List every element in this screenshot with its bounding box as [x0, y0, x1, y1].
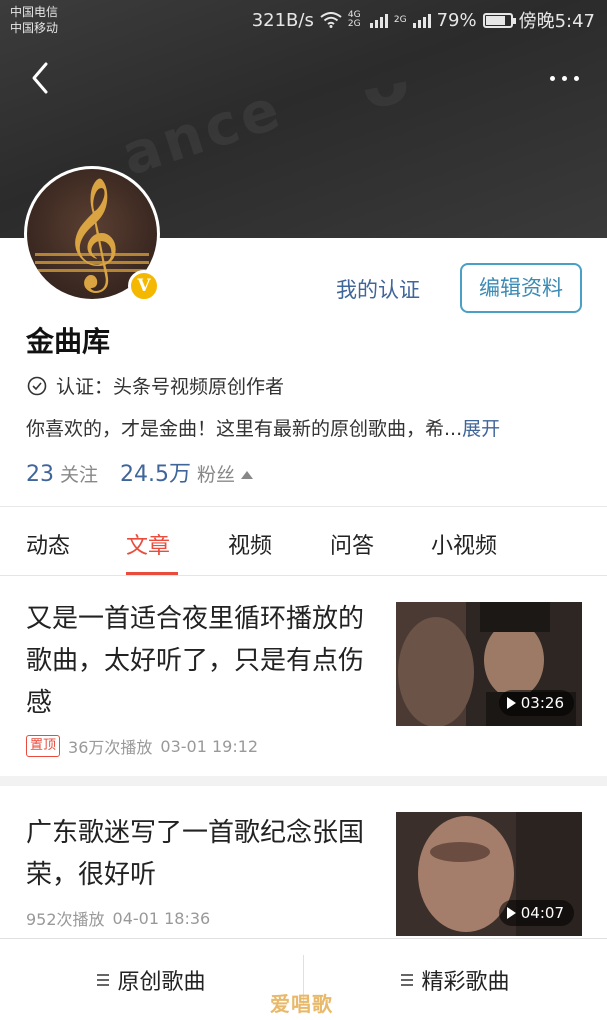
network-type-2: 2G: [393, 14, 407, 25]
edit-profile-button[interactable]: 编辑资料: [460, 263, 582, 313]
network-speed: 321B/s: [251, 9, 314, 31]
network-type-1: 4G 2G: [347, 10, 361, 29]
profile-description: 你喜欢的，才是金曲！这里有最新的原创歌曲，希...展开: [26, 414, 500, 441]
play-count: 36万次播放: [68, 738, 153, 757]
banner-watermark: ance: [113, 76, 291, 189]
fans-label[interactable]: 粉丝: [197, 460, 235, 487]
check-circle-icon: [27, 376, 47, 395]
video-thumbnail[interactable]: 03:26: [396, 602, 582, 726]
verified-badge-icon: V: [128, 270, 160, 302]
watermark-logo: 爱唱歌: [270, 992, 333, 1016]
tab-dynamics[interactable]: 动态: [26, 528, 70, 560]
article-title[interactable]: 又是一首适合夜里循环播放的歌曲，太好听了，只是有点伤感: [26, 598, 376, 724]
following-count[interactable]: 23: [26, 462, 54, 487]
carrier-info: 中国电信 中国移动: [10, 4, 58, 36]
certification-line: 认证：头条号视频原创作者: [26, 372, 284, 399]
signal-icon: [412, 12, 431, 28]
article-title[interactable]: 广东歌迷写了一首歌纪念张国荣，很好听: [26, 812, 376, 896]
play-count: 952次播放: [26, 910, 105, 929]
duration-text: 03:26: [520, 694, 564, 712]
more-dots-icon: [574, 75, 579, 81]
my-verification-link[interactable]: 我的认证: [336, 274, 420, 304]
banner-watermark: ᴗ: [352, 35, 417, 127]
more-button[interactable]: [539, 68, 579, 88]
menu-icon: [97, 974, 110, 986]
clock: 傍晚5:47: [518, 11, 595, 32]
expand-link[interactable]: 展开: [462, 418, 500, 440]
publish-date: 04-01 18:36: [112, 908, 211, 928]
wifi-icon: [320, 12, 342, 28]
menu-featured-songs[interactable]: 精彩歌曲: [304, 939, 607, 1020]
back-button[interactable]: [26, 58, 56, 98]
description-text: 你喜欢的，才是金曲！这里有最新的原创歌曲，希...: [26, 418, 463, 440]
back-arrow-icon: [32, 62, 48, 94]
carrier-1: 中国电信: [10, 5, 59, 19]
following-label[interactable]: 关注: [60, 460, 98, 487]
certification-text: 认证：头条号视频原创作者: [56, 376, 285, 398]
tab-articles[interactable]: 文章: [126, 528, 170, 560]
battery-percent: 79%: [436, 9, 477, 31]
profile-stats: 23 关注 24.5万 粉丝: [26, 456, 254, 488]
signal-icon: [369, 12, 388, 28]
profile-name: 金曲库: [26, 325, 111, 358]
menu-label: 精彩歌曲: [421, 970, 510, 995]
tab-qa[interactable]: 问答: [330, 528, 374, 560]
publish-date: 03-01 19:12: [160, 736, 259, 756]
battery-fill: [485, 15, 505, 25]
active-tab-indicator: [126, 572, 178, 575]
fans-count[interactable]: 24.5万: [120, 456, 191, 488]
video-thumbnail[interactable]: 04:07: [396, 812, 582, 936]
video-duration: 04:07: [498, 900, 574, 926]
pinned-badge: 置顶: [26, 735, 61, 757]
tab-short-videos[interactable]: 小视频: [431, 528, 497, 560]
more-dots-icon: [562, 75, 567, 81]
article-meta: 置顶 36万次播放 03-01 19:12: [26, 734, 258, 758]
status-bar: 中国电信 中国移动 321B/s 4G 2G 2G 79% 傍晚5:47: [0, 0, 607, 42]
video-duration: 03:26: [498, 690, 574, 716]
menu-icon: [401, 974, 414, 986]
menu-original-songs[interactable]: 原创歌曲: [0, 939, 303, 1020]
tab-videos[interactable]: 视频: [228, 528, 272, 560]
triangle-up-icon[interactable]: [241, 471, 254, 479]
battery-icon: [482, 12, 516, 28]
menu-label: 原创歌曲: [117, 970, 206, 995]
status-right: 321B/s 4G 2G 2G 79% 傍晚5:47: [251, 8, 595, 33]
list-divider: [0, 776, 607, 786]
play-icon: [506, 907, 516, 919]
carrier-2: 中国移动: [10, 21, 59, 35]
duration-text: 04:07: [520, 904, 564, 922]
article-meta: 952次播放 04-01 18:36: [26, 906, 210, 930]
content-tabs: 动态 文章 视频 问答 小视频: [0, 506, 607, 576]
play-icon: [506, 697, 516, 709]
more-dots-icon: [550, 75, 555, 81]
